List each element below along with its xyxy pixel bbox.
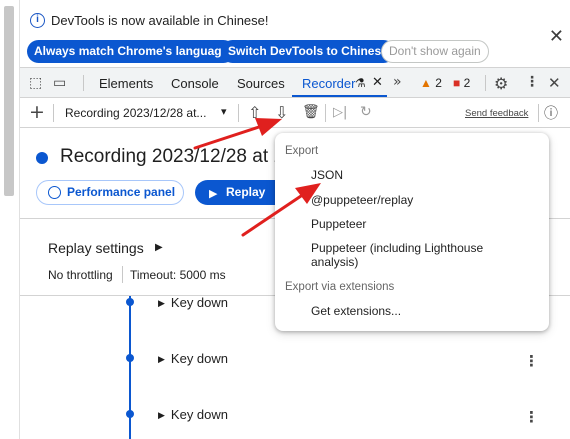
toolbar-divider — [53, 104, 54, 122]
timeout-setting[interactable]: Timeout: 5000 ms — [130, 268, 226, 282]
recording-status-dot — [36, 152, 48, 164]
step-item[interactable]: ▶ Key down — [158, 407, 228, 422]
settings-gear-icon[interactable]: ⚙ — [494, 74, 508, 93]
replay-settings-title[interactable]: Replay settings — [48, 240, 144, 256]
warnings-count: 2 — [435, 76, 442, 90]
step-marker — [126, 298, 134, 306]
language-infobar: i DevTools is now available in Chinese! … — [20, 0, 570, 68]
performance-panel-label: Performance panel — [67, 185, 176, 199]
device-toggle-icon[interactable]: ▭ — [53, 75, 66, 91]
step-item[interactable]: ▶ Key down — [158, 295, 228, 310]
expand-triangle-icon[interactable]: ▶ — [158, 299, 165, 309]
toolbar-divider — [325, 104, 326, 122]
export-dropdown-menu: Export JSON @puppeteer/replay Puppeteer … — [275, 133, 549, 331]
upload-icon[interactable]: ⇧ — [248, 103, 261, 122]
overflow-chevron-icon[interactable]: » — [393, 74, 402, 90]
expand-triangle-icon[interactable]: ▶ — [155, 242, 163, 253]
step-marker — [126, 410, 134, 418]
step-label: Key down — [170, 295, 229, 310]
devtools-window: i DevTools is now available in Chinese! … — [20, 0, 570, 439]
tab-console[interactable]: Console — [171, 76, 219, 91]
step-label: Key down — [170, 407, 229, 422]
tab-sources[interactable]: Sources — [237, 76, 285, 91]
replay-button[interactable]: ▶ Replay — [195, 180, 285, 205]
active-tab-indicator — [292, 95, 387, 97]
toolbar-divider — [238, 104, 239, 122]
toolbar-divider — [538, 104, 539, 122]
switch-language-button[interactable]: Switch DevTools to Chinese — [221, 40, 395, 63]
step-menu-icon[interactable]: ⋮ — [524, 408, 539, 426]
tab-elements[interactable]: Elements — [99, 76, 153, 91]
help-icon[interactable]: ⓘ — [544, 103, 558, 123]
close-tab-icon[interactable]: ✕ — [372, 75, 383, 90]
kebab-menu-icon[interactable]: ⋮ — [525, 74, 539, 90]
menu-item-puppeteer[interactable]: Puppeteer — [311, 217, 366, 231]
match-language-button[interactable]: Always match Chrome's language — [27, 40, 236, 63]
download-icon[interactable]: ⇩ — [275, 103, 288, 122]
send-feedback-link[interactable]: Send feedback — [465, 108, 528, 119]
recorder-toolbar: + Recording 2023/12/28 at... ▾ ⇧ ⇩ 🗑 ▷| … — [20, 98, 570, 128]
info-icon: i — [30, 13, 45, 28]
dont-show-again-button[interactable]: Don't show again — [381, 40, 489, 63]
expand-triangle-icon[interactable]: ▶ — [158, 355, 165, 365]
menu-item-label-line: Puppeteer (including Lighthouse — [311, 241, 484, 255]
replay-step-icon[interactable]: ↻ — [360, 104, 372, 120]
menu-item-json[interactable]: JSON — [311, 168, 343, 182]
recording-title[interactable]: Recording 2023/12/28 at 1 — [60, 146, 284, 168]
step-label: Key down — [170, 351, 229, 366]
errors-count: 2 — [463, 76, 471, 90]
menu-item-get-extensions[interactable]: Get extensions... — [311, 304, 401, 318]
close-devtools-icon[interactable]: ✕ — [548, 74, 561, 92]
menu-item-puppeteer-replay[interactable]: @puppeteer/replay — [311, 193, 413, 207]
infobar-message: DevTools is now available in Chinese! — [51, 13, 269, 28]
flask-icon: ⚗ — [355, 76, 366, 90]
export-header: Export — [285, 145, 319, 157]
replay-label: Replay — [226, 185, 266, 199]
close-icon[interactable]: ✕ — [549, 26, 564, 47]
step-menu-icon[interactable]: ⋮ — [524, 352, 539, 370]
add-icon[interactable]: + — [29, 101, 45, 123]
step-icon[interactable]: ▷| — [333, 105, 347, 120]
export-extensions-header: Export via extensions — [285, 281, 395, 293]
errors-badge[interactable]: ■ 2 — [453, 76, 470, 90]
devtools-tabbar: ⬚ ▭ Elements Console Sources Recorder ⚗ … — [20, 68, 570, 98]
chevron-down-icon[interactable]: ▾ — [221, 105, 227, 118]
warnings-badge[interactable]: ▲ 2 — [420, 76, 442, 90]
throttling-setting[interactable]: No throttling — [48, 268, 113, 282]
expand-triangle-icon[interactable]: ▶ — [158, 411, 165, 421]
settings-separator — [122, 266, 123, 283]
menu-item-puppeteer-lighthouse[interactable]: Puppeteer (including Lighthouse analysis… — [311, 241, 483, 269]
menu-item-label-line: analysis) — [311, 255, 359, 269]
inspect-element-icon[interactable]: ⬚ — [29, 75, 42, 91]
performance-panel-button[interactable]: Performance panel — [36, 180, 184, 205]
page-scrollbar[interactable] — [4, 6, 14, 196]
step-marker — [126, 354, 134, 362]
recording-select[interactable]: Recording 2023/12/28 at... — [65, 106, 206, 120]
tabbar-divider — [485, 75, 486, 91]
step-item[interactable]: ▶ Key down — [158, 351, 228, 366]
play-icon: ▶ — [209, 187, 218, 200]
tabbar-divider — [83, 75, 84, 91]
performance-icon — [48, 186, 61, 199]
warning-icon: ▲ — [420, 76, 432, 90]
delete-icon[interactable]: 🗑 — [302, 104, 320, 120]
tab-recorder[interactable]: Recorder — [302, 76, 355, 91]
browser-page-gutter — [0, 0, 20, 439]
error-icon: ■ — [453, 76, 461, 90]
